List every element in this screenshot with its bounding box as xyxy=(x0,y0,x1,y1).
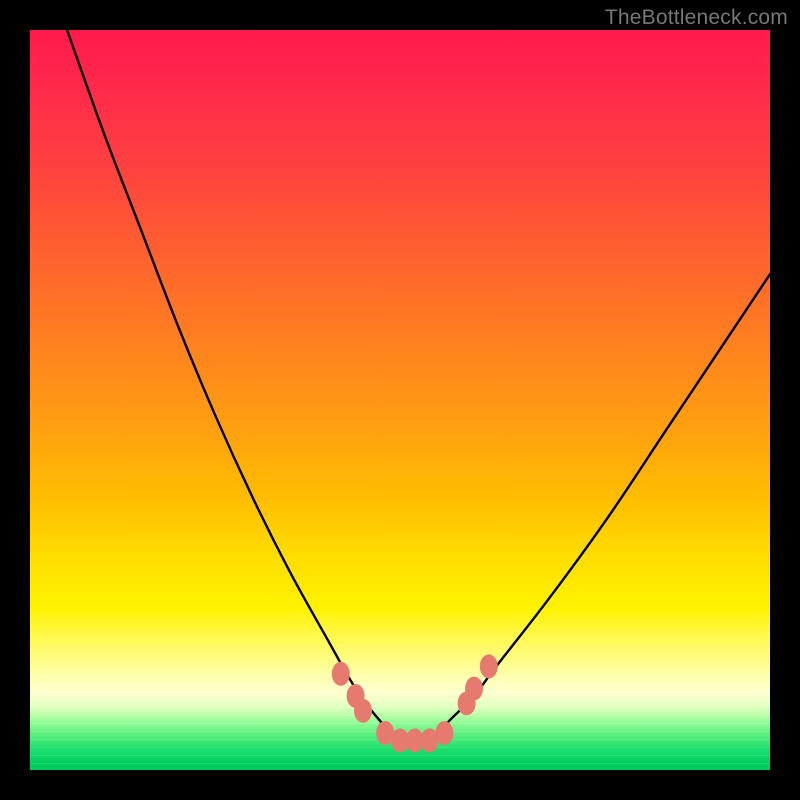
curve-point xyxy=(465,677,483,701)
curve-point xyxy=(391,728,409,752)
watermark-text: TheBottleneck.com xyxy=(605,6,788,30)
curve-point xyxy=(376,721,394,745)
curve-point xyxy=(354,699,372,723)
curve-point xyxy=(435,721,453,745)
chart-svg xyxy=(30,30,770,770)
curve-point xyxy=(458,691,476,715)
gradient-bands xyxy=(30,675,770,770)
curve-point xyxy=(406,728,424,752)
curve-point xyxy=(347,684,365,708)
curve-point xyxy=(421,728,439,752)
marker-layer xyxy=(332,654,498,752)
bottleneck-curve xyxy=(67,30,770,741)
curve-layer xyxy=(67,30,770,741)
plot-area xyxy=(30,30,770,770)
curve-point xyxy=(480,654,498,678)
chart-frame: TheBottleneck.com xyxy=(0,0,800,800)
curve-point xyxy=(332,662,350,686)
